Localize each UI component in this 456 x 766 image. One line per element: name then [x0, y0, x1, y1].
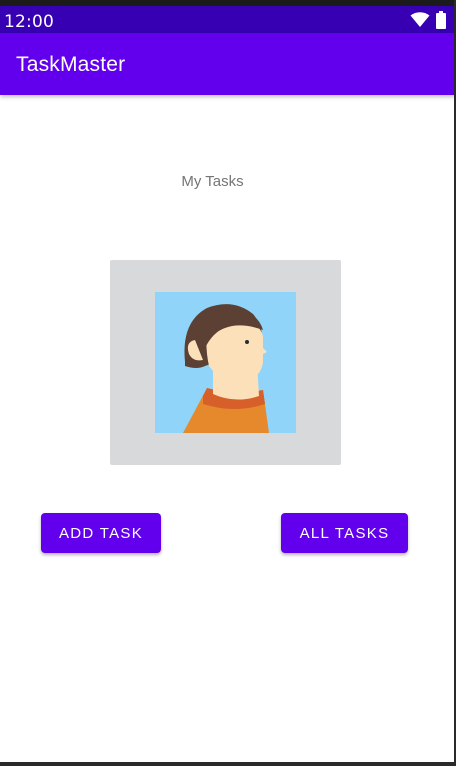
status-icons — [410, 10, 446, 30]
all-tasks-button[interactable]: ALL TASKS — [281, 513, 408, 553]
app-title: TaskMaster — [16, 53, 126, 76]
wifi-icon — [410, 12, 430, 27]
page-heading: My Tasks — [181, 173, 244, 190]
avatar-illustration — [155, 292, 296, 433]
status-time: 12:00 — [4, 12, 54, 32]
app-bar: TaskMaster — [0, 33, 456, 95]
bottom-bezel — [0, 762, 456, 766]
device-screen: 12:00 TaskMaster My Tasks ADD TASK ALL T… — [0, 0, 456, 766]
main-content: My Tasks ADD TASK ALL TASKS — [0, 95, 456, 762]
status-bar: 12:00 — [0, 6, 456, 33]
avatar-image — [155, 292, 296, 433]
add-task-button[interactable]: ADD TASK — [41, 513, 161, 553]
battery-icon — [436, 11, 446, 29]
avatar-frame — [110, 260, 341, 465]
